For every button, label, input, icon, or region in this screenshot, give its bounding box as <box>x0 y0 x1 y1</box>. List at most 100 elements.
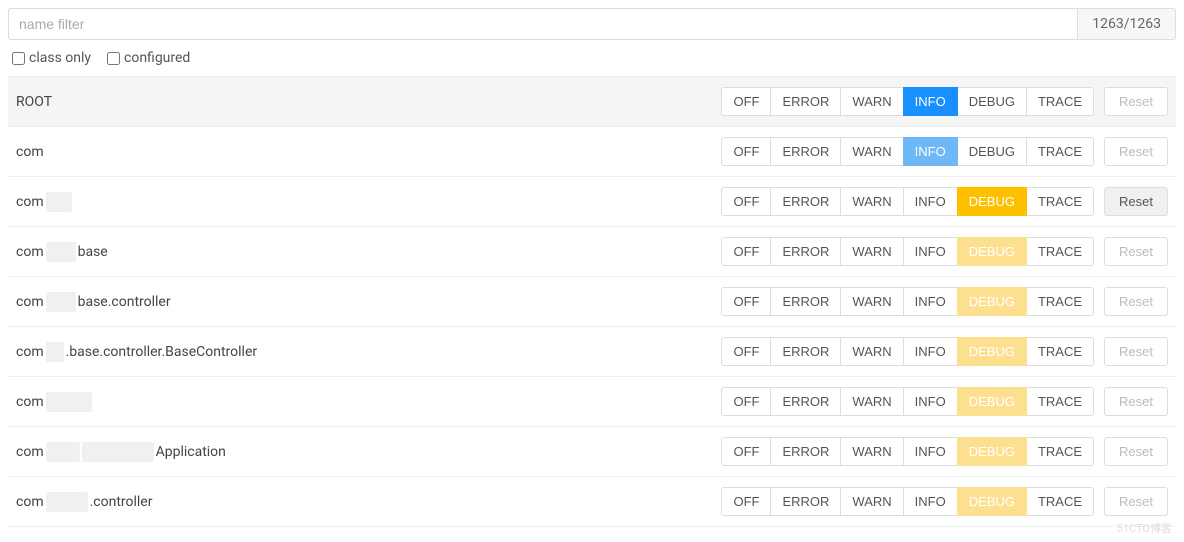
logger-name-part: com <box>16 294 44 310</box>
level-debug-button[interactable]: DEBUG <box>957 487 1027 516</box>
level-button-group: OFFERRORWARNINFODEBUGTRACE <box>721 487 1094 516</box>
logger-name-part: com <box>16 194 44 210</box>
level-off-button[interactable]: OFF <box>721 337 771 366</box>
level-trace-button[interactable]: TRACE <box>1026 487 1094 516</box>
level-error-button[interactable]: ERROR <box>770 337 841 366</box>
level-button-group: OFFERRORWARNINFODEBUGTRACE <box>721 437 1094 466</box>
level-info-button[interactable]: INFO <box>903 87 958 116</box>
logger-name: com <box>16 192 711 212</box>
logger-row: combase.controllerOFFERRORWARNINFODEBUGT… <box>8 277 1176 327</box>
class-only-input[interactable] <box>12 52 25 65</box>
logger-name-part: .controller <box>90 494 153 510</box>
logger-name-part: com <box>16 494 44 510</box>
level-info-button[interactable]: INFO <box>903 187 958 216</box>
level-error-button[interactable]: ERROR <box>770 487 841 516</box>
redacted-segment <box>46 442 80 462</box>
level-debug-button[interactable]: DEBUG <box>957 387 1027 416</box>
level-off-button[interactable]: OFF <box>721 137 771 166</box>
filter-row: 1263/1263 <box>8 8 1176 40</box>
level-trace-button[interactable]: TRACE <box>1026 87 1094 116</box>
redacted-segment <box>46 192 72 212</box>
reset-button: Reset <box>1104 437 1168 466</box>
redacted-segment <box>46 342 64 362</box>
level-off-button[interactable]: OFF <box>721 287 771 316</box>
level-trace-button[interactable]: TRACE <box>1026 137 1094 166</box>
level-error-button[interactable]: ERROR <box>770 187 841 216</box>
reset-button: Reset <box>1104 337 1168 366</box>
reset-button: Reset <box>1104 87 1168 116</box>
level-debug-button[interactable]: DEBUG <box>957 137 1027 166</box>
level-trace-button[interactable]: TRACE <box>1026 337 1094 366</box>
level-warn-button[interactable]: WARN <box>840 287 903 316</box>
logger-row: com.base.controller.BaseController OFFERR… <box>8 327 1176 377</box>
logger-name-part: ROOT <box>16 94 52 110</box>
level-warn-button[interactable]: WARN <box>840 487 903 516</box>
level-error-button[interactable]: ERROR <box>770 437 841 466</box>
reset-button: Reset <box>1104 137 1168 166</box>
level-error-button[interactable]: ERROR <box>770 87 841 116</box>
level-trace-button[interactable]: TRACE <box>1026 237 1094 266</box>
logger-name: com <box>16 392 711 412</box>
level-button-group: OFFERRORWARNINFODEBUGTRACE <box>721 187 1094 216</box>
level-trace-button[interactable]: TRACE <box>1026 387 1094 416</box>
logger-name: com .controller <box>16 492 711 512</box>
filter-checkboxes: class only configured <box>8 48 1176 76</box>
level-trace-button[interactable]: TRACE <box>1026 437 1094 466</box>
logger-name-part: com <box>16 144 44 160</box>
level-info-button[interactable]: INFO <box>903 437 958 466</box>
logger-name-part: base <box>78 244 108 260</box>
level-info-button[interactable]: INFO <box>903 337 958 366</box>
redacted-segment <box>46 392 92 412</box>
level-debug-button[interactable]: DEBUG <box>957 187 1027 216</box>
level-debug-button[interactable]: DEBUG <box>957 337 1027 366</box>
level-button-group: OFFERRORWARNINFODEBUGTRACE <box>721 87 1094 116</box>
level-warn-button[interactable]: WARN <box>840 387 903 416</box>
level-info-button[interactable]: INFO <box>903 487 958 516</box>
level-trace-button[interactable]: TRACE <box>1026 187 1094 216</box>
logger-row: com OFFERRORWARNINFODEBUGTRACE Reset <box>8 127 1176 177</box>
level-off-button[interactable]: OFF <box>721 437 771 466</box>
redacted-segment <box>46 492 88 512</box>
reset-button: Reset <box>1104 487 1168 516</box>
level-off-button[interactable]: OFF <box>721 387 771 416</box>
level-info-button[interactable]: INFO <box>903 137 958 166</box>
level-error-button[interactable]: ERROR <box>770 287 841 316</box>
level-off-button[interactable]: OFF <box>721 87 771 116</box>
level-off-button[interactable]: OFF <box>721 237 771 266</box>
level-warn-button[interactable]: WARN <box>840 137 903 166</box>
reset-button: Reset <box>1104 287 1168 316</box>
level-error-button[interactable]: ERROR <box>770 387 841 416</box>
level-debug-button[interactable]: DEBUG <box>957 87 1027 116</box>
logger-name: ROOT <box>16 94 711 110</box>
level-error-button[interactable]: ERROR <box>770 237 841 266</box>
level-button-group: OFFERRORWARNINFODEBUGTRACE <box>721 237 1094 266</box>
class-only-checkbox[interactable]: class only <box>12 50 91 66</box>
level-info-button[interactable]: INFO <box>903 287 958 316</box>
logger-row: com OFFERRORWARNINFODEBUGTRACE Reset <box>8 177 1176 227</box>
level-debug-button[interactable]: DEBUG <box>957 237 1027 266</box>
level-warn-button[interactable]: WARN <box>840 437 903 466</box>
level-info-button[interactable]: INFO <box>903 237 958 266</box>
level-trace-button[interactable]: TRACE <box>1026 287 1094 316</box>
configured-label: configured <box>124 50 190 66</box>
level-off-button[interactable]: OFF <box>721 187 771 216</box>
level-error-button[interactable]: ERROR <box>770 137 841 166</box>
redacted-segment <box>82 442 154 462</box>
reset-button[interactable]: Reset <box>1104 187 1168 216</box>
level-off-button[interactable]: OFF <box>721 487 771 516</box>
level-warn-button[interactable]: WARN <box>840 237 903 266</box>
level-warn-button[interactable]: WARN <box>840 87 903 116</box>
level-debug-button[interactable]: DEBUG <box>957 437 1027 466</box>
level-button-group: OFFERRORWARNINFODEBUGTRACE <box>721 137 1094 166</box>
logger-name-part: Application <box>156 444 226 460</box>
level-debug-button[interactable]: DEBUG <box>957 287 1027 316</box>
level-warn-button[interactable]: WARN <box>840 337 903 366</box>
level-warn-button[interactable]: WARN <box>840 187 903 216</box>
configured-input[interactable] <box>107 52 120 65</box>
reset-button: Reset <box>1104 387 1168 416</box>
logger-name: com.base.controller.BaseController <box>16 342 711 362</box>
class-only-label: class only <box>29 50 91 66</box>
configured-checkbox[interactable]: configured <box>107 50 190 66</box>
level-info-button[interactable]: INFO <box>903 387 958 416</box>
name-filter-input[interactable] <box>8 8 1078 40</box>
